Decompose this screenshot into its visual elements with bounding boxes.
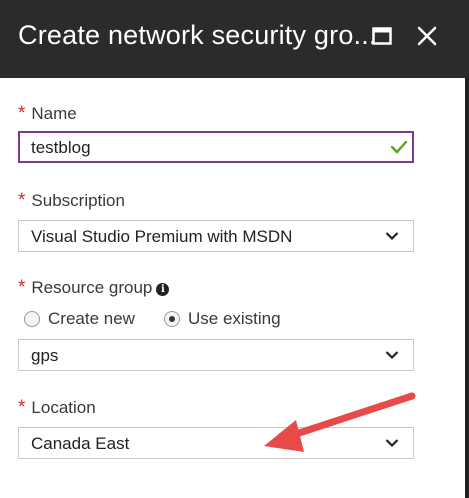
location-value: Canada East bbox=[31, 434, 130, 453]
resource-group-value: gps bbox=[31, 346, 59, 365]
chevron-down-icon bbox=[385, 439, 399, 448]
blade-header: Create network security gro... bbox=[0, 0, 469, 78]
blade-title: Create network security gro... bbox=[18, 20, 377, 50]
chevron-down-icon bbox=[385, 232, 399, 241]
maximize-icon bbox=[372, 27, 392, 45]
name-label: * Name bbox=[18, 103, 77, 124]
subscription-dropdown[interactable]: Visual Studio Premium with MSDN bbox=[18, 220, 414, 252]
use-existing-radio[interactable]: Use existing bbox=[164, 309, 281, 329]
resource-group-dropdown[interactable]: gps bbox=[18, 339, 414, 371]
name-input-value: testblog bbox=[31, 138, 91, 157]
create-new-radio[interactable]: Create new bbox=[24, 309, 135, 329]
subscription-value: Visual Studio Premium with MSDN bbox=[31, 227, 293, 246]
radio-unselected bbox=[24, 311, 40, 327]
required-marker: * bbox=[18, 103, 26, 124]
subscription-label: * Subscription bbox=[18, 190, 125, 211]
close-button[interactable] bbox=[413, 22, 441, 50]
maximize-button[interactable] bbox=[368, 22, 396, 50]
scrollbar-edge bbox=[465, 78, 469, 498]
close-icon bbox=[417, 26, 437, 46]
chevron-down-icon bbox=[385, 351, 399, 360]
name-input[interactable]: testblog bbox=[18, 131, 414, 163]
location-label: * Location bbox=[18, 397, 96, 418]
resource-group-label: * Resource group i bbox=[18, 277, 170, 299]
info-icon[interactable]: i bbox=[156, 283, 170, 296]
location-dropdown[interactable]: Canada East bbox=[18, 427, 414, 459]
checkmark-icon bbox=[390, 140, 408, 154]
radio-selected bbox=[164, 311, 180, 327]
